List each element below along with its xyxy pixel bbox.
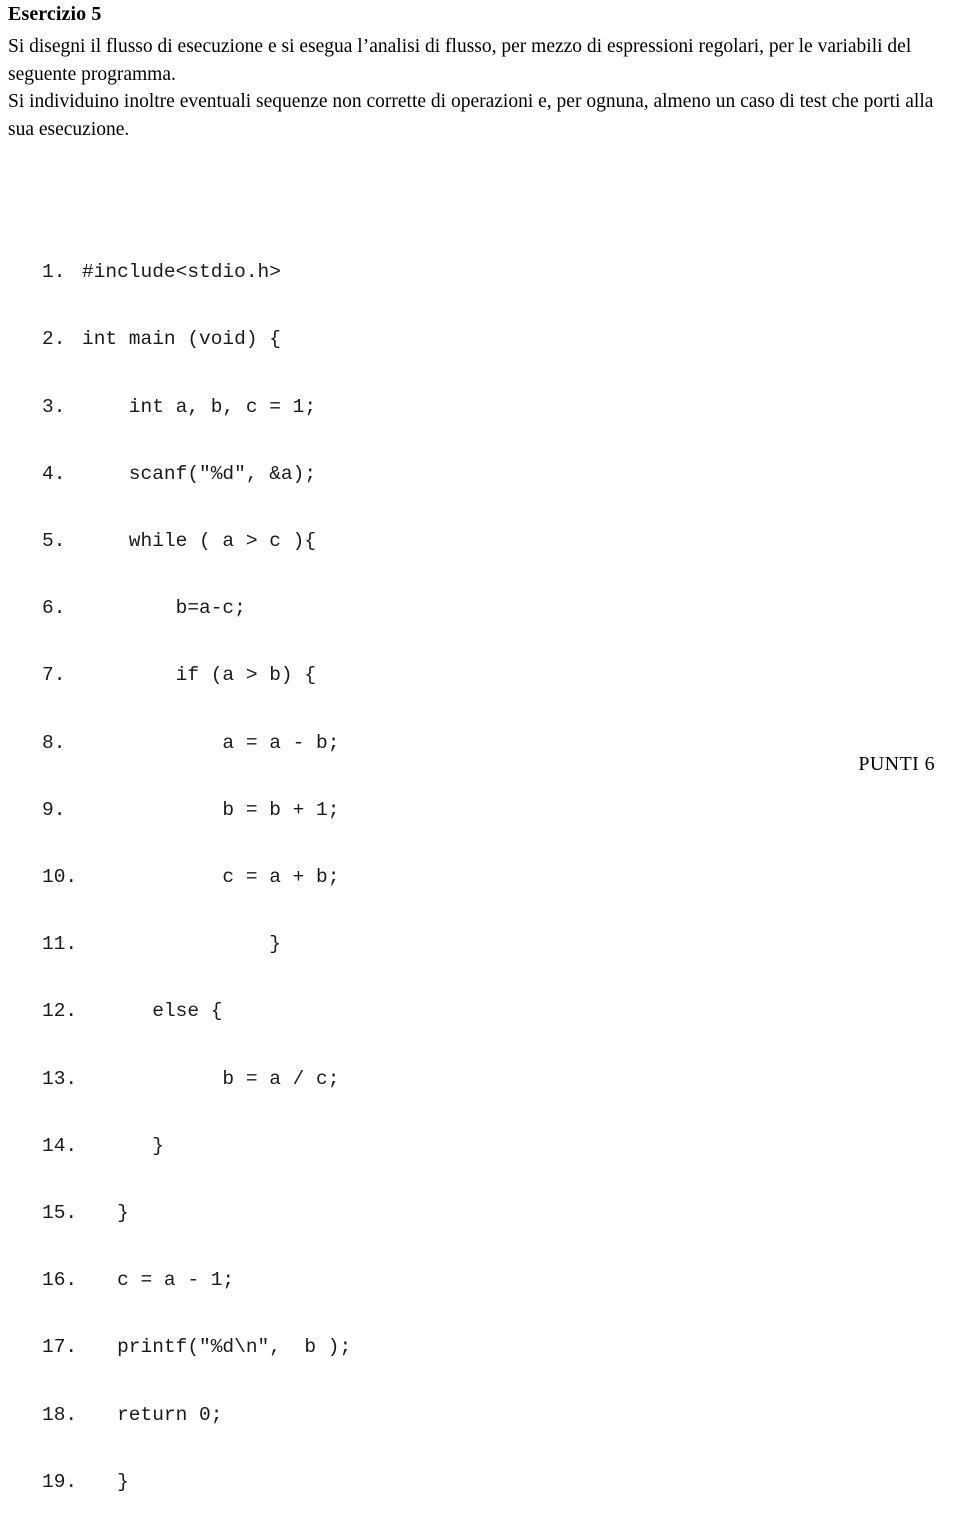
- description-paragraph-1: Si disegni il flusso di esecuzione e si …: [8, 36, 912, 85]
- code-line: 13. b = a / c;: [42, 1068, 351, 1090]
- code-line-source: c = a + b;: [82, 866, 340, 889]
- code-line-source: while ( a > c ){: [82, 530, 317, 553]
- code-line-source: scanf("%d", &a);: [82, 462, 317, 485]
- code-line: 16. c = a - 1;: [42, 1269, 351, 1291]
- code-line-source: }: [82, 1470, 129, 1493]
- code-line-source: c = a - 1;: [82, 1269, 235, 1292]
- code-line-number: 5.: [42, 530, 66, 553]
- code-line-number: 19.: [42, 1470, 78, 1493]
- code-line: 6. b=a-c;: [42, 597, 351, 619]
- code-line: 2. int main (void) {: [42, 328, 351, 350]
- code-line-source: }: [82, 1202, 129, 1225]
- code-line-number: 17.: [42, 1336, 78, 1359]
- code-line-number: 10.: [42, 866, 78, 889]
- code-line-number: 11.: [42, 933, 78, 956]
- code-line-number: 2.: [42, 328, 66, 351]
- exercise-description: Si disegni il flusso di esecuzione e si …: [8, 33, 952, 143]
- code-line-source: }: [82, 933, 281, 956]
- code-line: 11. }: [42, 933, 351, 955]
- code-line: 9. b = b + 1;: [42, 799, 351, 821]
- code-line-source: #include<stdio.h>: [82, 261, 281, 284]
- code-line-number: 14.: [42, 1134, 78, 1157]
- code-line: 7. if (a > b) {: [42, 664, 351, 686]
- code-listing: 1. #include<stdio.h> 2. int main (void) { …: [42, 194, 351, 1538]
- page-title: Esercizio 5: [8, 3, 102, 25]
- code-line-source: else {: [82, 1000, 223, 1023]
- code-line-source: b = a / c;: [82, 1067, 340, 1090]
- code-line-number: 18.: [42, 1403, 78, 1426]
- code-line-source: return 0;: [82, 1403, 223, 1426]
- code-line-number: 13.: [42, 1067, 78, 1090]
- code-line: 10. c = a + b;: [42, 866, 351, 888]
- code-line-number: 8.: [42, 731, 66, 754]
- code-line-number: 7.: [42, 664, 66, 687]
- code-line-number: 15.: [42, 1202, 78, 1225]
- code-line-number: 3.: [42, 395, 66, 418]
- code-line: 4. scanf("%d", &a);: [42, 463, 351, 485]
- code-line-number: 4.: [42, 462, 66, 485]
- code-line-source: b = b + 1;: [82, 798, 340, 821]
- code-line-number: 1.: [42, 261, 66, 284]
- description-paragraph-2: Si individuino inoltre eventuali sequenz…: [8, 91, 934, 140]
- code-line: 3. int a, b, c = 1;: [42, 396, 351, 418]
- code-line: 18. return 0;: [42, 1404, 351, 1426]
- code-line-number: 16.: [42, 1269, 78, 1292]
- code-line-source: if (a > b) {: [82, 664, 317, 687]
- code-line: 12. else {: [42, 1000, 351, 1022]
- code-line-source: a = a - b;: [82, 731, 340, 754]
- code-line: 5. while ( a > c ){: [42, 530, 351, 552]
- code-line: 14. }: [42, 1135, 351, 1157]
- code-line-number: 12.: [42, 1000, 78, 1023]
- code-line: 8. a = a - b;: [42, 732, 351, 754]
- points-label: PUNTI 6: [858, 753, 935, 775]
- code-line-number: 9.: [42, 798, 66, 821]
- code-line: 15. }: [42, 1202, 351, 1224]
- code-line-source: }: [82, 1134, 164, 1157]
- code-line-number: 6.: [42, 597, 66, 620]
- code-line-source: int a, b, c = 1;: [82, 395, 317, 418]
- code-line-source: b=a-c;: [82, 597, 246, 620]
- code-line-source: printf("%d\n", b );: [82, 1336, 352, 1359]
- code-line: 19. }: [42, 1471, 351, 1493]
- document-page: Esercizio 5 Si disegni il flusso di esec…: [0, 0, 959, 1493]
- code-line-source: int main (void) {: [82, 328, 281, 351]
- code-line: 17. printf("%d\n", b );: [42, 1336, 351, 1358]
- code-line: 1. #include<stdio.h>: [42, 261, 351, 283]
